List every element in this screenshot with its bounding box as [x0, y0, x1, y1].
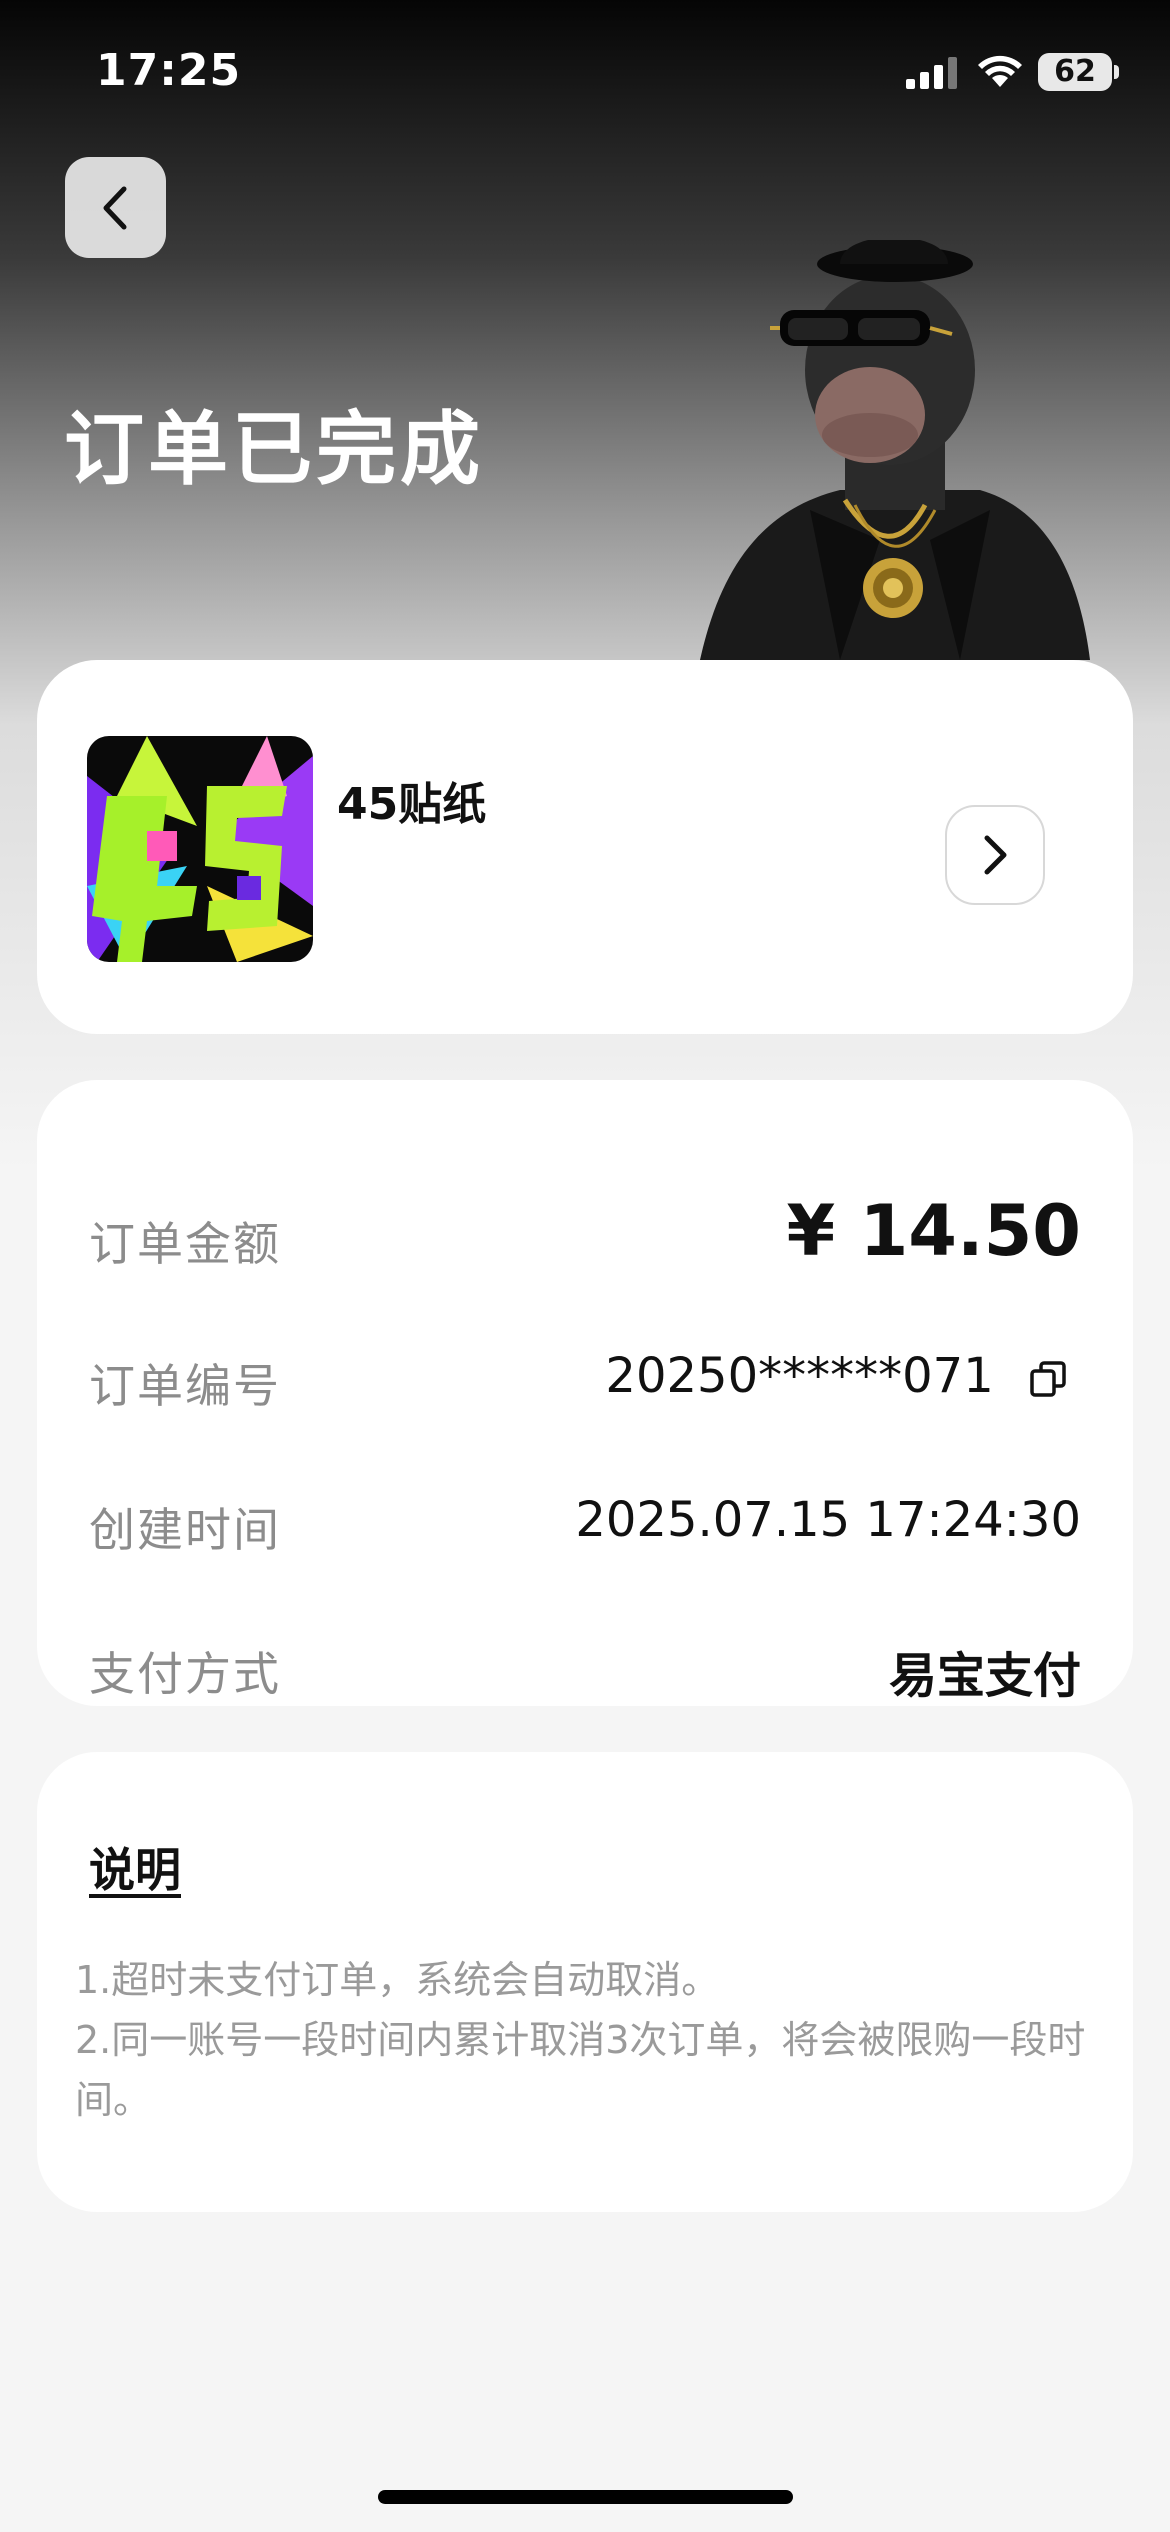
- notes-title: 说明: [89, 1843, 181, 1897]
- created-time-label: 创建时间: [89, 1503, 281, 1557]
- created-time-value: 2025.07.15 17:24:30: [575, 1492, 1081, 1548]
- order-info-card: 订单金额 ¥ 14.50 订单编号 20250******071 创建时间 20…: [37, 1080, 1133, 1706]
- notes-text: 1.超时未支付订单，系统会自动取消。 2.同一账号一段时间内累计取消3次订单，将…: [75, 1950, 1105, 2130]
- order-number-label: 订单编号: [89, 1359, 281, 1413]
- order-amount-value: ¥ 14.50: [786, 1190, 1082, 1272]
- back-button[interactable]: [65, 157, 166, 258]
- payment-method-row: 支付方式 易宝支付: [89, 1620, 1081, 1704]
- order-number-row: 订单编号 20250******071: [89, 1332, 1081, 1413]
- order-number-value: 20250******071: [605, 1348, 994, 1404]
- home-indicator: [378, 2490, 793, 2504]
- ape-character-image: [700, 240, 1090, 660]
- back-arrow-icon: [103, 186, 126, 229]
- page-title: 订单已完成: [64, 403, 484, 496]
- created-time-row: 创建时间 2025.07.15 17:24:30: [89, 1476, 1081, 1557]
- product-thumbnail: [87, 736, 313, 962]
- product-detail-button[interactable]: [945, 805, 1045, 905]
- payment-method-label: 支付方式: [89, 1647, 281, 1701]
- signal-icon: [906, 57, 957, 89]
- order-amount-label: 订单金额: [89, 1217, 281, 1271]
- battery-tip: [1114, 65, 1119, 79]
- battery-icon: 62: [1038, 53, 1112, 91]
- chevron-right-icon: [984, 835, 1007, 875]
- order-number-wrap: 20250******071: [605, 1348, 1067, 1404]
- notes-line-2: 2.同一账号一段时间内累计取消3次订单，将会被限购一段时间。: [75, 2018, 1086, 2122]
- status-bar: 17:25 62: [0, 45, 1170, 105]
- order-amount-row: 订单金额 ¥ 14.50: [89, 1190, 1082, 1272]
- payment-method-value: 易宝支付: [888, 1648, 1081, 1704]
- wifi-icon: [978, 55, 1022, 87]
- status-time: 17:25: [96, 45, 242, 96]
- product-name: 45贴纸: [337, 779, 487, 830]
- notes-line-1: 1.超时未支付订单，系统会自动取消。: [75, 1958, 720, 2002]
- product-card[interactable]: 45贴纸: [37, 660, 1133, 1034]
- copy-icon[interactable]: [1029, 1360, 1067, 1398]
- notes-card: 说明 1.超时未支付订单，系统会自动取消。 2.同一账号一段时间内累计取消3次订…: [37, 1752, 1133, 2212]
